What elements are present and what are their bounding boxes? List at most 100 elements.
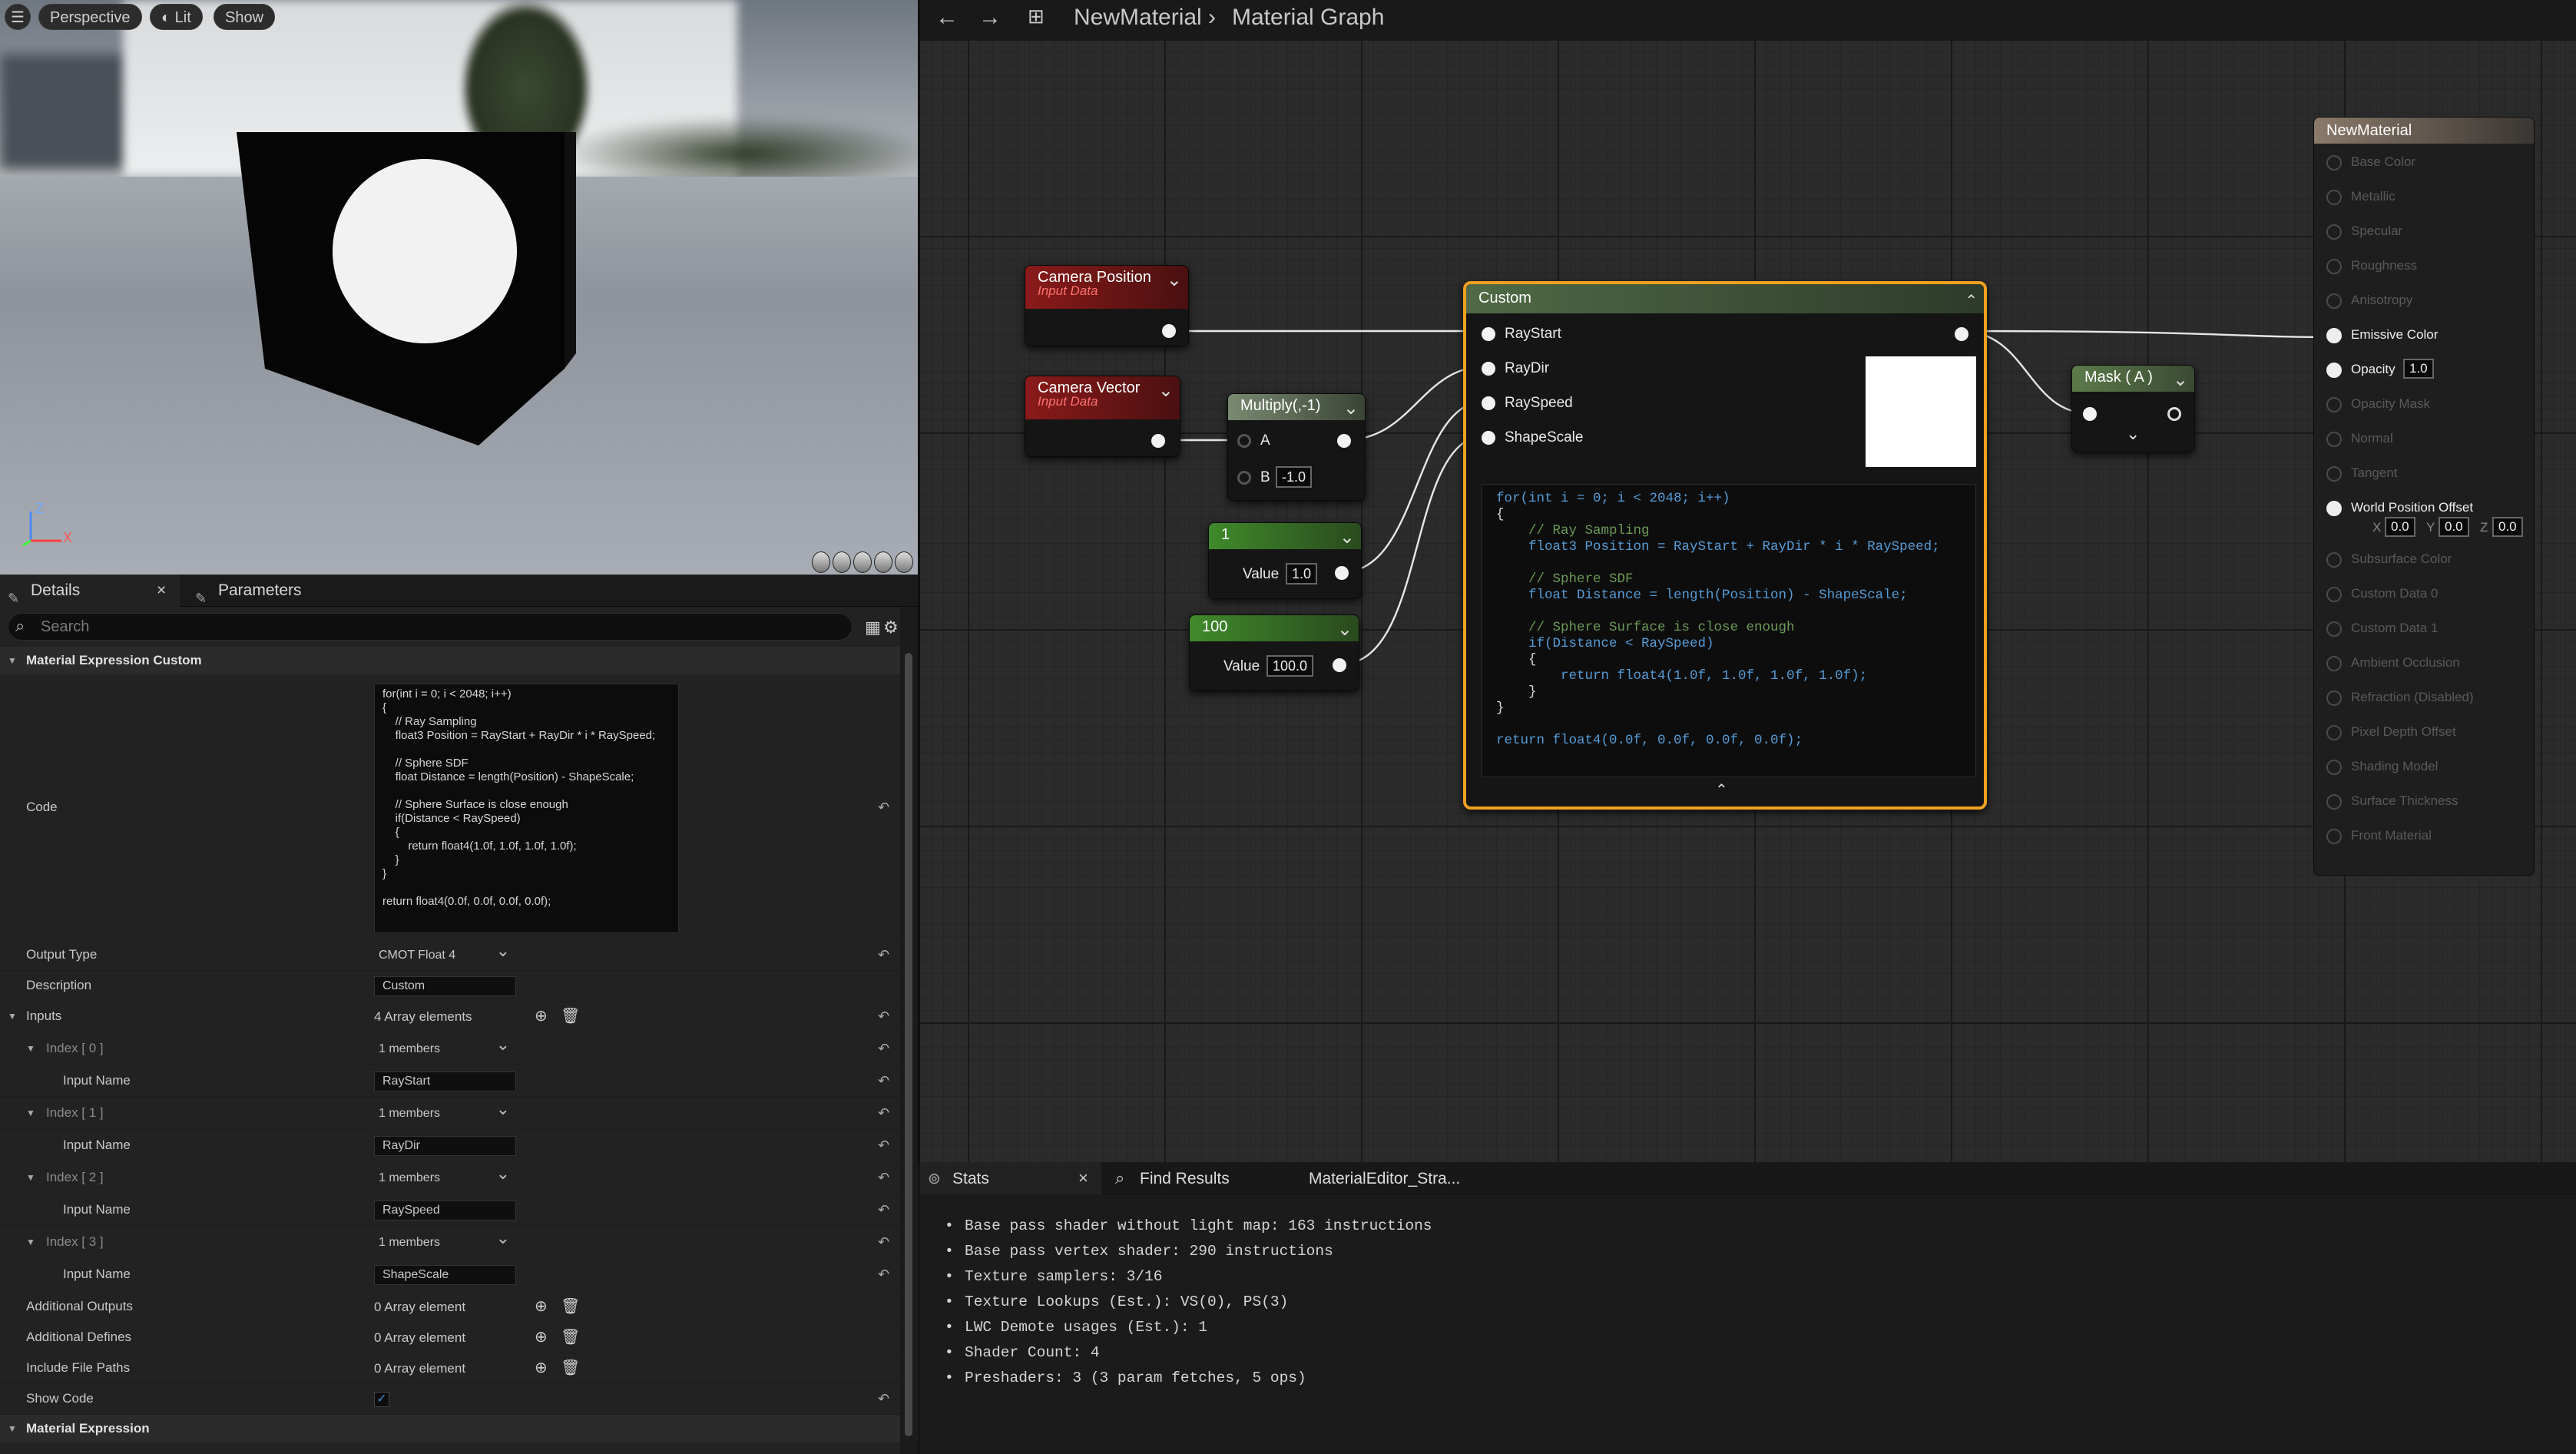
tab-stats-label: Stats <box>952 1170 989 1187</box>
result-pin[interactable]: Shading Model <box>2326 759 2439 775</box>
chevron-down-icon[interactable]: ⌄ <box>1339 526 1355 549</box>
input-pin-raystart[interactable] <box>1482 327 1495 341</box>
wpo-value-field[interactable]: 0.0 <box>2439 517 2469 537</box>
value-field[interactable]: 100.0 <box>1266 655 1314 677</box>
pin-label-raystart: RayStart <box>1505 326 1561 342</box>
collapse-icon[interactable]: ⌃ <box>1715 780 1728 800</box>
node-code-line: { <box>1496 652 1537 667</box>
output-pin[interactable] <box>1151 434 1165 448</box>
input-pin[interactable] <box>2083 407 2097 421</box>
result-pin[interactable]: Specular <box>2326 224 2403 240</box>
result-pin[interactable]: Base Color <box>2326 154 2415 171</box>
input-pin-b[interactable] <box>1237 471 1251 485</box>
node-multiply[interactable]: Multiply(,-1) ⌄ A B -1.0 <box>1227 393 1366 501</box>
pin-label-raydir: RayDir <box>1505 360 1550 376</box>
result-pin-label: Subsurface Color <box>2351 551 2452 566</box>
output-pin[interactable] <box>1333 658 1346 672</box>
result-pin[interactable]: Front Material <box>2326 828 2432 844</box>
tab-stats[interactable]: ⊚ Stats × <box>920 1162 1101 1194</box>
wpo-value-field[interactable]: 0.0 <box>2492 517 2523 537</box>
stat-line: Preshaders: 3 (3 param fetches, 5 ops) <box>945 1370 1306 1386</box>
result-pin[interactable]: Roughness <box>2326 258 2418 274</box>
input-pin-rayspeed[interactable] <box>1482 396 1495 410</box>
result-pin-label: Shading Model <box>2351 759 2439 773</box>
result-pin-label: Anisotropy <box>2351 293 2413 307</box>
output-pin[interactable] <box>1162 324 1176 338</box>
stat-line: Base pass shader without light map: 163 … <box>945 1217 1432 1234</box>
result-pin[interactable]: Emissive Color <box>2326 327 2438 343</box>
chevron-down-icon[interactable]: ⌄ <box>1167 269 1182 292</box>
chevron-down-icon[interactable]: ⌄ <box>1337 618 1353 641</box>
chevron-down-icon[interactable]: ⌄ <box>2173 369 2188 392</box>
node-title: 100 <box>1202 618 1228 635</box>
result-pin[interactable]: Opacity 1.0 <box>2326 359 2434 379</box>
output-pin[interactable] <box>1955 327 1968 341</box>
tab-materialeditor-strata[interactable]: MaterialEditor_Stra... <box>1309 1170 1460 1188</box>
result-pin[interactable]: World Position Offset X 0.0 Y 0.0 Z 0.0 <box>2326 500 2523 537</box>
result-pin[interactable]: Pixel Depth Offset <box>2326 724 2456 740</box>
result-pin[interactable]: Surface Thickness <box>2326 793 2458 810</box>
result-pin-label: Custom Data 0 <box>2351 586 2439 601</box>
result-pin[interactable]: Normal <box>2326 431 2393 447</box>
b-value-field[interactable]: -1.0 <box>1276 466 1313 488</box>
node-code-line: // Sphere SDF <box>1496 571 1634 587</box>
chevron-down-icon[interactable]: ⌄ <box>1158 379 1174 402</box>
node-title: Multiply(,-1) <box>1240 397 1321 414</box>
result-pin-label: Specular <box>2351 224 2403 238</box>
input-pin-raydir[interactable] <box>1482 362 1495 376</box>
wpo-axis-label: Y <box>2426 520 2435 535</box>
chevron-up-icon[interactable]: ⌃ <box>1965 287 1978 315</box>
result-pin[interactable]: Refraction (Disabled) <box>2326 690 2474 706</box>
result-pin[interactable]: Ambient Occlusion <box>2326 655 2460 671</box>
result-pin[interactable]: Metallic <box>2326 189 2396 205</box>
result-pin-label: Ambient Occlusion <box>2351 655 2460 670</box>
result-pin-label: Custom Data 1 <box>2351 621 2439 635</box>
result-pin[interactable]: Tangent <box>2326 465 2398 482</box>
chevron-down-icon[interactable]: ⌄ <box>1343 397 1359 420</box>
node-subtitle: Input Data <box>1038 283 1098 298</box>
output-pin[interactable] <box>2167 407 2181 421</box>
node-mask[interactable]: Mask ( A ) ⌄ ⌄ <box>2071 365 2195 452</box>
stat-line: Texture Lookups (Est.): VS(0), PS(3) <box>945 1293 1288 1310</box>
result-pin[interactable]: Custom Data 1 <box>2326 621 2439 637</box>
wpo-axis-label: Z <box>2480 520 2488 535</box>
output-pin[interactable] <box>1335 566 1349 580</box>
wire-custom-emissive <box>1960 330 2338 339</box>
tab-find-results[interactable]: Find Results <box>1140 1170 1230 1188</box>
node-material-result[interactable]: NewMaterial Base Color Metallic Specular Ro… <box>2313 117 2535 876</box>
pin-label-rayspeed: RaySpeed <box>1505 395 1573 411</box>
result-pin-label: Opacity <box>2351 362 2396 376</box>
value-field[interactable]: 1.0 <box>1286 563 1318 585</box>
stats-panel: ⊚ Stats × ⌕ Find Results MaterialEditor_… <box>920 1162 2576 1454</box>
node-code-line: if(Distance < RaySpeed) <box>1496 636 1714 651</box>
stat-line: Shader Count: 4 <box>945 1344 1099 1361</box>
node-custom[interactable]: Custom ⌃ RayStart RayDir RaySpeed ShapeSc… <box>1463 281 1987 810</box>
result-pin[interactable]: Custom Data 0 <box>2326 586 2439 602</box>
node-title: NewMaterial <box>2314 118 2534 144</box>
result-pin[interactable]: Opacity Mask <box>2326 396 2430 412</box>
wpo-value-field[interactable]: 0.0 <box>2385 517 2415 537</box>
node-camera-vector[interactable]: Camera Vector Input Data ⌄ <box>1025 376 1180 457</box>
node-code-line: return float4(1.0f, 1.0f, 1.0f, 1.0f); <box>1496 668 1868 684</box>
input-pin-a[interactable] <box>1237 434 1251 448</box>
input-pin-shapescale[interactable] <box>1482 431 1495 445</box>
node-camera-position[interactable]: Camera Position Input Data ⌄ <box>1025 265 1189 346</box>
node-code-line: } <box>1496 701 1505 716</box>
stats-icon: ⊚ <box>928 1171 941 1187</box>
node-code-line: float3 Position = RayStart + RayDir * i … <box>1496 539 1940 555</box>
pin-label-shapescale: ShapeScale <box>1505 429 1584 445</box>
result-pin-label: Pixel Depth Offset <box>2351 724 2456 739</box>
opacity-field[interactable]: 1.0 <box>2403 359 2434 379</box>
output-pin[interactable] <box>1337 434 1351 448</box>
node-constant-1[interactable]: 1 ⌄ Value 1.0 <box>1208 522 1362 599</box>
result-pin-label: World Position Offset <box>2351 500 2474 515</box>
node-constant-100[interactable]: 100 ⌄ Value 100.0 <box>1189 614 1359 691</box>
result-pin-label: Roughness <box>2351 258 2418 273</box>
result-pin-label: Metallic <box>2351 189 2396 204</box>
close-icon[interactable]: × <box>1078 1168 1088 1188</box>
node-code-line <box>1496 555 1962 571</box>
result-pin[interactable]: Subsurface Color <box>2326 551 2452 568</box>
result-pin[interactable]: Anisotropy <box>2326 293 2413 309</box>
node-code-line: for(int i = 0; i < 2048; i++) <box>1496 491 1730 506</box>
chevron-down-icon[interactable]: ⌄ <box>2126 424 2140 444</box>
